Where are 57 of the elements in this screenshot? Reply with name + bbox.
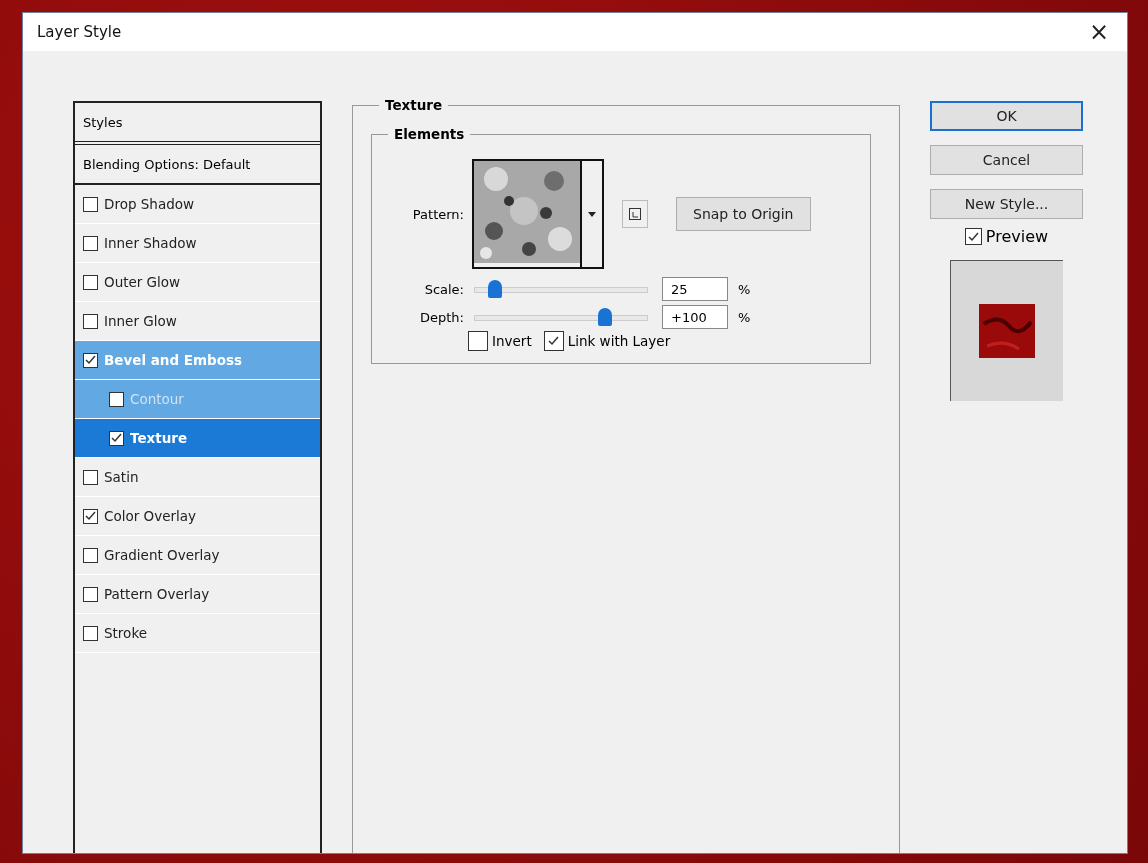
- checkbox[interactable]: [83, 508, 98, 524]
- checkbox-label: Link with Layer: [567, 333, 671, 349]
- checkbox[interactable]: [83, 274, 98, 290]
- check-icon: [548, 336, 560, 346]
- style-item[interactable]: Outer Glow: [75, 263, 320, 302]
- dialog-button[interactable]: New Style...: [930, 189, 1083, 219]
- style-item[interactable]: Inner Shadow: [75, 224, 320, 263]
- slider-label: Scale:: [423, 281, 464, 297]
- checkbox-label: Preview: [985, 227, 1049, 246]
- style-item[interactable]: Drop Shadow: [75, 185, 320, 224]
- check-icon: [85, 355, 96, 365]
- style-item[interactable]: Pattern Overlay: [75, 575, 320, 614]
- new-preset-button[interactable]: [622, 200, 648, 228]
- style-item[interactable]: Gradient Overlay: [75, 536, 320, 575]
- dialog-button[interactable]: Cancel: [930, 145, 1083, 175]
- slider-track[interactable]: [474, 307, 648, 327]
- check-icon: [85, 511, 96, 521]
- list-header: Styles: [75, 103, 320, 145]
- pattern-picker[interactable]: [472, 159, 604, 269]
- checkbox[interactable]: [109, 391, 124, 407]
- checkbox[interactable]: [543, 331, 564, 351]
- unit-label: %: [738, 281, 751, 297]
- checkbox[interactable]: [83, 586, 98, 602]
- new-preset-icon: [629, 208, 641, 220]
- checkbox[interactable]: [83, 313, 98, 329]
- group-title: Elements: [388, 126, 471, 142]
- style-item[interactable]: Stroke: [75, 614, 320, 653]
- style-item[interactable]: Color Overlay: [75, 497, 320, 536]
- checkbox[interactable]: [83, 196, 98, 212]
- style-preview-swatch: [979, 304, 1035, 358]
- check-icon: [967, 231, 979, 242]
- blending-options-item[interactable]: Blending Options: Default: [75, 145, 320, 185]
- checkbox[interactable]: [83, 235, 98, 251]
- unit-label: %: [738, 309, 751, 325]
- slider-thumb[interactable]: [597, 308, 612, 326]
- checkbox[interactable]: [83, 352, 98, 368]
- check-icon: [111, 433, 122, 443]
- style-item[interactable]: Satin: [75, 458, 320, 497]
- checkbox-label: Invert: [492, 333, 532, 349]
- field-label: Pattern:: [411, 206, 464, 222]
- checkbox[interactable]: [109, 430, 124, 446]
- checkbox[interactable]: [83, 547, 98, 563]
- window-title: Layer Style: [37, 23, 122, 41]
- close-button[interactable]: ×: [1088, 18, 1109, 46]
- section-title: Texture: [379, 97, 449, 113]
- slider-thumb[interactable]: [487, 280, 502, 298]
- snap-to-origin-button[interactable]: Snap to Origin: [676, 197, 811, 231]
- checkbox[interactable]: [83, 469, 98, 485]
- dialog-button[interactable]: OK: [930, 101, 1083, 131]
- checkbox[interactable]: [468, 331, 488, 351]
- checkbox[interactable]: [964, 228, 982, 245]
- style-item[interactable]: Texture: [75, 419, 320, 458]
- slider-label: Depth:: [419, 309, 464, 325]
- checkbox[interactable]: [83, 625, 98, 641]
- value-field[interactable]: +100: [662, 305, 728, 329]
- slider-track[interactable]: [474, 279, 648, 299]
- value-field[interactable]: 25: [662, 277, 728, 301]
